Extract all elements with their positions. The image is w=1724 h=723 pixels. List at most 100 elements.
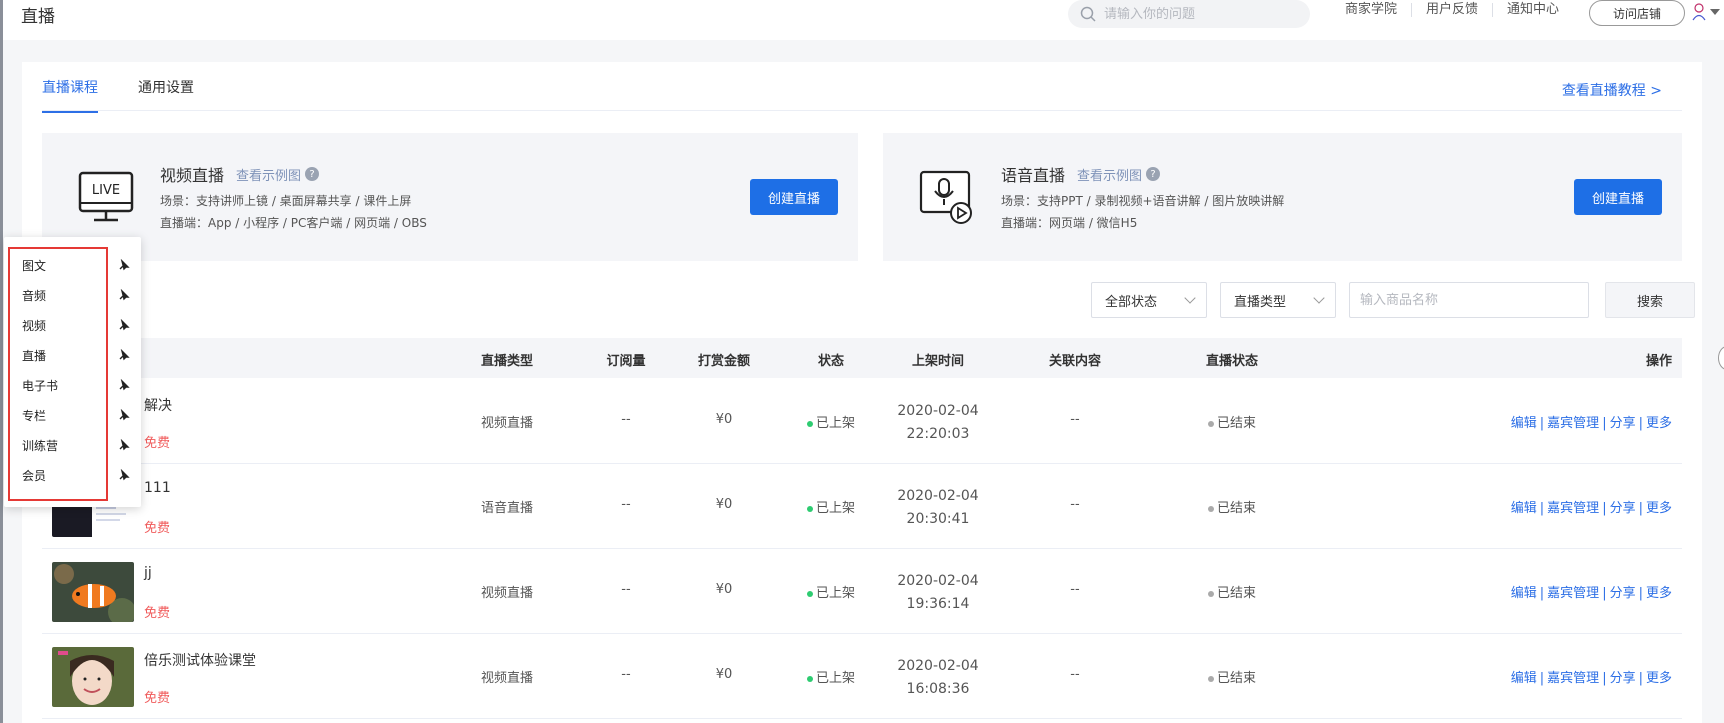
live-type: 视频直播 [480,671,534,686]
live-type-select[interactable]: 直播类型 [1220,282,1336,318]
guest-management-link[interactable]: 嘉宾管理 [1547,586,1599,601]
edit-link[interactable]: 编辑 [1511,416,1537,431]
product-name[interactable]: 解决 [144,395,172,415]
menu-item-column[interactable]: 专栏 [22,407,46,424]
create-audio-live-button[interactable]: 创建直播 [1574,179,1662,215]
status-select-value: 全部状态 [1105,294,1158,310]
reward-amount: ¥0 [715,667,733,682]
create-video-live-button[interactable]: 创建直播 [750,179,838,215]
related-content: -- [1070,667,1080,682]
guest-management-link[interactable]: 嘉宾管理 [1547,416,1599,431]
side-float-button[interactable] [1718,346,1724,370]
reward-amount: ¥0 [715,412,733,427]
product-thumbnail[interactable] [52,562,134,622]
share-link[interactable]: 分享 [1610,586,1636,601]
edit-link[interactable]: 编辑 [1511,586,1537,601]
status-select[interactable]: 全部状态 [1091,282,1207,318]
live-type: 视频直播 [480,416,534,431]
pin-icon[interactable] [118,319,130,331]
top-links: 商家学院 用户反馈 通知中心 [1331,3,1573,17]
status-badge: 已上架 [806,582,855,601]
product-price: 免费 [144,521,171,536]
page-title: 直播 [21,7,55,27]
goods-name-input[interactable] [1349,282,1589,318]
guest-management-link[interactable]: 嘉宾管理 [1547,671,1599,686]
publish-time: 2020-02-04 20:30:41 [897,488,979,527]
product-name[interactable]: 倍乐测试体验课堂 [144,650,256,670]
menu-item-ebook[interactable]: 电子书 [22,377,58,394]
row-actions: 编辑 | 嘉宾管理 | 分享 | 更多 [1510,501,1672,516]
more-link[interactable]: 更多 [1646,501,1672,516]
pin-icon[interactable] [118,259,130,271]
help-search-box[interactable] [1068,0,1310,28]
tab-general-settings[interactable]: 通用设置 [138,77,194,111]
pin-icon[interactable] [118,289,130,301]
share-link[interactable]: 分享 [1610,501,1636,516]
pin-icon[interactable] [118,349,130,361]
edit-link[interactable]: 编辑 [1511,671,1537,686]
user-feedback-link[interactable]: 用户反馈 [1412,3,1494,17]
audio-live-title: 语音直播 [1001,166,1066,185]
video-example-link[interactable]: 查看示例图 [236,165,301,184]
help-icon[interactable]: ? [305,167,320,181]
more-link[interactable]: 更多 [1646,416,1672,431]
related-content: -- [1070,497,1080,512]
share-link[interactable]: 分享 [1610,671,1636,686]
audio-live-client: 直播端：网页端 / 微信H5 [1001,216,1138,230]
view-tutorial-link[interactable]: 查看直播教程 > [1562,80,1662,100]
publish-time: 2020-02-04 16:08:36 [897,658,979,697]
menu-item-member[interactable]: 会员 [22,467,46,484]
tab-live-courses[interactable]: 直播课程 [42,77,98,113]
table-row: 111 免费 语音直播 -- ¥0 已上架 2020-02-04 20:30:41… [42,464,1682,549]
menu-item-graphic[interactable]: 图文 [22,257,46,274]
help-search-input[interactable] [1104,6,1294,22]
audio-live-scene: 场景：支持PPT / 录制视频+语音讲解 / 图片放映讲解 [1001,194,1285,208]
video-live-title: 视频直播 [160,166,225,185]
pin-icon[interactable] [118,379,130,391]
avatar [1692,3,1706,21]
reward-amount: ¥0 [715,497,733,512]
more-link[interactable]: 更多 [1646,671,1672,686]
col-live-status: 直播状态 [1205,354,1259,369]
menu-item-camp[interactable]: 训练营 [22,437,58,454]
more-link[interactable]: 更多 [1646,586,1672,601]
col-publish-time: 上架时间 [911,354,965,369]
notification-center-link[interactable]: 通知中心 [1493,3,1573,17]
publish-time: 2020-02-04 19:36:14 [897,573,979,612]
product-name[interactable]: 111 [144,480,171,496]
product-thumbnail[interactable] [52,647,134,707]
chevron-down-icon [1313,292,1325,304]
menu-item-audio[interactable]: 音频 [22,287,46,304]
merchant-academy-link[interactable]: 商家学院 [1331,3,1413,17]
row-actions: 编辑 | 嘉宾管理 | 分享 | 更多 [1510,671,1672,686]
live-status: 已结束 [1207,582,1256,601]
live-type-select-value: 直播类型 [1234,294,1287,310]
product-name[interactable]: jj [144,565,152,581]
help-icon[interactable]: ? [1146,167,1161,181]
menu-item-live[interactable]: 直播 [22,347,46,364]
table-header: 直播类型 订阅量 打赏金额 状态 上架时间 关联内容 直播状态 操作 [42,338,1682,378]
subscriptions: -- [621,497,631,512]
visit-store-button[interactable]: 访问店铺 [1589,0,1685,26]
col-status: 状态 [817,354,845,369]
col-actions: 操作 [1645,354,1672,369]
account-menu[interactable] [1691,2,1720,22]
product-price: 免费 [144,606,171,621]
guest-management-link[interactable]: 嘉宾管理 [1547,501,1599,516]
pin-icon[interactable] [118,469,130,481]
search-icon [1080,6,1096,22]
pin-icon[interactable] [118,409,130,421]
video-live-scene: 场景：支持讲师上镜 / 桌面屏幕共享 / 课件上屏 [160,194,412,208]
microphone-play-icon [919,170,972,224]
related-content: -- [1070,412,1080,427]
audio-example-link[interactable]: 查看示例图 [1077,165,1142,184]
live-status: 已结束 [1207,412,1256,431]
video-live-panel: LIVE 视频直播 查看示例图 ? 场景：支持讲师上镜 / 桌面屏幕共享 / 课… [42,133,858,261]
pin-icon[interactable] [118,439,130,451]
edit-link[interactable]: 编辑 [1511,501,1537,516]
share-link[interactable]: 分享 [1610,416,1636,431]
status-badge: 已上架 [806,412,855,431]
subscriptions: -- [621,582,631,597]
search-button[interactable]: 搜索 [1605,282,1695,318]
menu-item-video[interactable]: 视频 [22,317,46,334]
